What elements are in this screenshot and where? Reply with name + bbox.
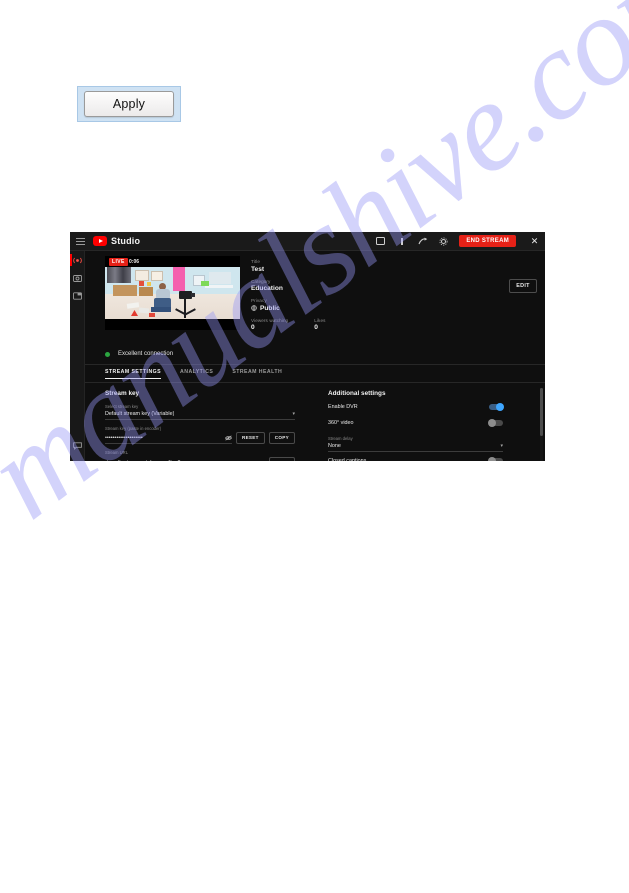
additional-settings-title: Additional settings: [328, 390, 386, 397]
divider: [85, 364, 545, 365]
title-label: Title: [251, 259, 261, 264]
chevron-down-icon: ▾: [292, 410, 295, 417]
likes-stat: Likes 0: [314, 318, 325, 332]
enable-dvr-row: Enable DVR: [328, 403, 504, 411]
connection-status: Excellent connection: [105, 351, 173, 357]
youtube-logo-icon[interactable]: [93, 236, 107, 246]
apply-button[interactable]: Apply: [84, 91, 174, 117]
closed-captions-label: Closed captions: [328, 457, 367, 462]
copy-stream-key-button[interactable]: COPY: [268, 432, 295, 444]
viewers-label: Viewers watching: [251, 317, 289, 323]
chevron-down-icon: ▾: [500, 442, 503, 449]
end-stream-button[interactable]: END STREAM: [459, 235, 516, 247]
stream-url-field: Stream URL rtmp://a.rtmp.youtube.com/liv…: [105, 450, 295, 461]
sidebar-item-go-live[interactable]: [70, 251, 85, 269]
tab-analytics[interactable]: ANALYTICS: [180, 369, 213, 379]
stream-delay-value: None: [328, 442, 341, 449]
video-360-label: 360° video: [328, 420, 354, 426]
stream-key-input[interactable]: ••••••••••••••••••••: [105, 435, 232, 444]
video-360-row: 360° video: [328, 419, 503, 427]
category-value: Education: [251, 285, 283, 292]
stream-metadata: Title Test Category Education Privacy Pu…: [251, 259, 411, 331]
settings-gear-icon[interactable]: [438, 236, 449, 247]
stream-key-value: ••••••••••••••••••••: [105, 435, 143, 441]
stream-delay-field: Stream delay None ▾: [328, 436, 503, 452]
globe-icon: [251, 305, 257, 311]
stream-key-label: Stream key (paste in encoder): [105, 425, 162, 431]
close-icon[interactable]: ✕: [528, 235, 541, 248]
scrollbar-thumb[interactable]: [540, 388, 543, 436]
share-icon[interactable]: [417, 236, 428, 247]
studio-main-content: LIVE 0:06 Title Test Category Education …: [85, 251, 545, 461]
live-badge: LIVE: [109, 258, 128, 266]
live-timer: 0:06: [129, 258, 140, 265]
sidebar-item-manage-videos[interactable]: [70, 287, 85, 305]
title-value: Test: [251, 265, 265, 273]
stream-key-panel: Stream key Select stream key Default str…: [105, 390, 295, 461]
sidebar-item-live-chat[interactable]: [70, 437, 85, 455]
stream-key-section-title: Stream key: [105, 390, 140, 397]
select-stream-key-label: Select stream key: [105, 404, 139, 409]
edit-button[interactable]: EDIT: [509, 279, 537, 293]
studio-header-bar: Studio END STREAM ✕: [70, 232, 545, 251]
connection-status-text: Excellent connection: [118, 351, 174, 357]
stream-url-value: rtmp://a.rtmp.youtube.com/live2: [105, 460, 181, 462]
slides-icon[interactable]: [375, 236, 386, 247]
additional-settings-panel: Additional settings Enable DVR 360° vide…: [328, 390, 504, 462]
apply-button-highlight: Apply: [77, 86, 181, 122]
header-actions: END STREAM ✕: [375, 235, 545, 248]
category-label: Category: [251, 278, 271, 284]
connection-status-dot: [105, 351, 110, 357]
closed-captions-row: Closed captions: [328, 456, 503, 462]
likes-value: 0: [314, 324, 318, 331]
stream-url-label: Stream URL: [105, 450, 129, 455]
privacy-label: Privacy: [251, 298, 267, 303]
viewers-value: 0: [251, 324, 255, 331]
studio-wordmark: Studio: [111, 236, 141, 246]
enable-dvr-toggle[interactable]: [489, 403, 504, 411]
privacy-row: Public: [251, 305, 411, 312]
youtube-studio-window: Studio END STREAM ✕ LIVE 0:06 Title Test…: [70, 232, 545, 461]
privacy-value: Public: [260, 304, 280, 312]
video-360-toggle[interactable]: [488, 419, 503, 427]
tab-stream-settings[interactable]: STREAM SETTINGS: [105, 369, 162, 379]
stream-url-input[interactable]: rtmp://a.rtmp.youtube.com/live2: [105, 460, 265, 462]
enable-dvr-label: Enable DVR: [328, 404, 358, 410]
reset-stream-key-button[interactable]: RESET: [235, 432, 265, 444]
viewers-stat: Viewers watching 0: [251, 318, 288, 332]
eye-off-icon[interactable]: [225, 435, 232, 441]
select-stream-key-dropdown[interactable]: Default stream key (Variable) ▾: [105, 411, 295, 420]
select-stream-key-value: Default stream key (Variable): [105, 410, 175, 417]
copy-stream-url-button[interactable]: COPY: [268, 456, 295, 461]
stream-delay-label: Stream delay: [328, 436, 353, 441]
stream-delay-dropdown[interactable]: None ▾: [328, 443, 503, 452]
tab-stream-health[interactable]: STREAM HEALTH: [232, 369, 282, 379]
hamburger-icon[interactable]: [76, 237, 85, 245]
preview-scene-image: [105, 267, 240, 319]
panel-scrollbar[interactable]: [540, 388, 543, 461]
stream-preview-thumbnail[interactable]: LIVE 0:06: [105, 256, 240, 330]
settings-tabs: STREAM SETTINGS ANALYTICS STREAM HEALTH: [105, 369, 282, 379]
info-icon[interactable]: [396, 236, 407, 247]
stream-summary-row: LIVE 0:06 Title Test Category Education …: [85, 251, 545, 331]
stream-key-field: Stream key (paste in encoder) ••••••••••…: [105, 425, 295, 444]
stream-stats: Viewers watching 0 Likes 0: [251, 318, 411, 332]
closed-captions-toggle[interactable]: [488, 456, 503, 461]
select-stream-key-field: Select stream key Default stream key (Va…: [105, 404, 295, 420]
likes-label: Likes: [314, 317, 326, 323]
sidebar-item-webcam[interactable]: [70, 269, 85, 287]
tabs-divider: [85, 382, 545, 383]
studio-left-rail: [70, 251, 85, 461]
